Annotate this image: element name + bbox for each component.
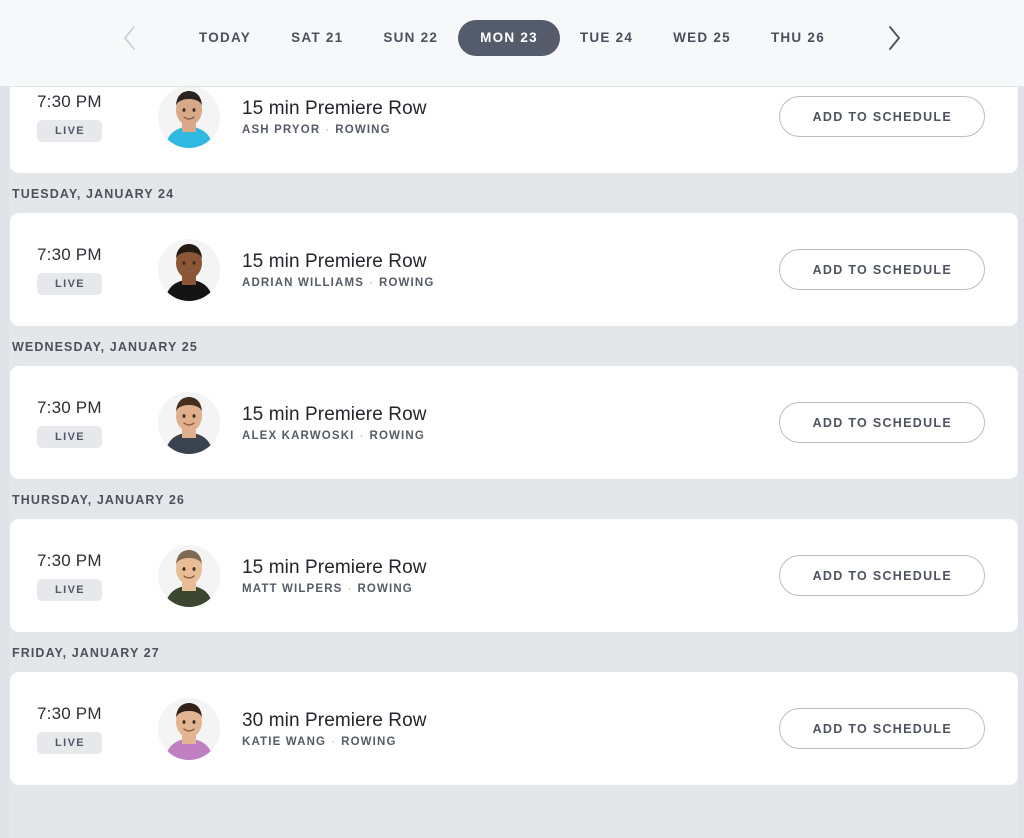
class-time-column: 7:30 PM LIVE	[10, 704, 158, 754]
class-info: 15 min Premiere Row ASH PRYOR · ROWING	[242, 97, 779, 137]
add-to-schedule-button[interactable]: ADD TO SCHEDULE	[778, 707, 985, 750]
date-tab-sun-22[interactable]: SUN 22	[363, 21, 458, 55]
date-tab-tue-24[interactable]: TUE 24	[560, 21, 653, 55]
day-group: THURSDAY, JANUARY 26 7:30 PM LIVE 15 min Pr…	[0, 479, 1024, 632]
instructor-name: ALEX KARWOSKI	[242, 430, 355, 443]
class-card[interactable]: 7:30 PM LIVE 15 min Premiere Row MATT WILPE…	[10, 519, 1018, 632]
class-title: 15 min Premiere Row	[242, 250, 427, 272]
class-meta: ASH PRYOR · ROWING	[242, 124, 779, 136]
instructor-avatar	[158, 544, 220, 607]
date-tabs-container: TODAY SAT 21 SUN 22 MON 23 TUE 24 WED 25 THU 2…	[0, 0, 1024, 86]
add-to-schedule-button[interactable]: ADD TO SCHEDULE	[778, 401, 985, 444]
class-time-column: 7:30 PM LIVE	[10, 245, 158, 295]
class-card[interactable]: 7:30 PM LIVE 30 min Premiere Row KATIE WANG…	[10, 672, 1018, 785]
date-tab-today[interactable]: TODAY	[179, 21, 271, 55]
meta-separator: ·	[359, 430, 365, 443]
day-group: 7:30 PM LIVE 15 min Premiere Row ASH PRYOR ·…	[0, 87, 1024, 173]
day-header: THURSDAY, JANUARY 26	[12, 493, 185, 507]
class-schedule-screen: TODAY SAT 21 SUN 22 MON 23 TUE 24 WED 25 THU 2…	[0, 0, 1024, 838]
class-card[interactable]: 7:30 PM LIVE 15 min Premiere Row ASH PRYOR ·…	[10, 87, 1018, 173]
instructor-name: ASH PRYOR	[242, 124, 321, 137]
class-action-column: ADD TO SCHEDULE	[778, 554, 1018, 597]
class-action-column: ADD TO SCHEDULE	[778, 707, 1018, 750]
instructor-name: ADRIAN WILLIAMS	[242, 277, 365, 290]
day-group: TUESDAY, JANUARY 24 7:30 PM LIVE 15 min Pre…	[0, 173, 1024, 326]
class-meta: MATT WILPERS · ROWING	[242, 583, 779, 595]
add-to-schedule-button[interactable]: ADD TO SCHEDULE	[778, 248, 985, 291]
class-discipline: ROWING	[379, 277, 435, 290]
class-time-column: 7:30 PM LIVE	[10, 92, 158, 142]
class-meta: ALEX KARWOSKI · ROWING	[242, 430, 779, 442]
schedule-list[interactable]: 7:30 PM LIVE 15 min Premiere Row ASH PRYOR ·…	[0, 87, 1024, 838]
status-badge: LIVE	[37, 425, 103, 448]
day-header: TUESDAY, JANUARY 24	[12, 187, 175, 201]
class-discipline: ROWING	[335, 124, 391, 137]
class-info: 15 min Premiere Row ADRIAN WILLIAMS · ROWIN…	[242, 250, 779, 290]
add-to-schedule-button[interactable]: ADD TO SCHEDULE	[778, 95, 985, 138]
class-info: 15 min Premiere Row ALEX KARWOSKI · ROWING	[242, 403, 779, 443]
class-card[interactable]: 7:30 PM LIVE 15 min Premiere Row ADRIAN WIL…	[10, 213, 1018, 326]
class-time: 7:30 PM	[37, 397, 102, 417]
class-discipline: ROWING	[357, 583, 413, 596]
class-title: 30 min Premiere Row	[242, 709, 427, 731]
next-week-chevron-right-icon[interactable]	[871, 15, 917, 61]
date-tab-mon-23[interactable]: MON 23	[458, 20, 560, 56]
class-time: 7:30 PM	[37, 550, 102, 570]
date-tab-wed-25[interactable]: WED 25	[653, 21, 751, 55]
day-header: FRIDAY, JANUARY 27	[12, 646, 160, 660]
class-action-column: ADD TO SCHEDULE	[778, 248, 1018, 291]
prev-week-chevron-left-icon[interactable]	[107, 15, 153, 61]
class-info: 30 min Premiere Row KATIE WANG · ROWING	[242, 709, 779, 749]
meta-separator: ·	[347, 583, 353, 596]
day-group: FRIDAY, JANUARY 27 7:30 PM LIVE 30 min Prem…	[0, 632, 1024, 785]
status-badge: LIVE	[37, 578, 103, 601]
date-tab-thu-26[interactable]: THU 26	[751, 21, 845, 55]
class-action-column: ADD TO SCHEDULE	[778, 95, 1018, 138]
add-to-schedule-button[interactable]: ADD TO SCHEDULE	[778, 554, 985, 597]
instructor-avatar	[158, 87, 220, 148]
class-time: 7:30 PM	[37, 703, 102, 723]
instructor-name: MATT WILPERS	[242, 583, 343, 596]
status-badge: LIVE	[37, 272, 103, 295]
meta-separator: ·	[331, 736, 337, 749]
meta-separator: ·	[325, 124, 331, 137]
date-navigation-bar: TODAY SAT 21 SUN 22 MON 23 TUE 24 WED 25 THU 2…	[0, 0, 1024, 87]
class-meta: KATIE WANG · ROWING	[242, 736, 779, 748]
class-action-column: ADD TO SCHEDULE	[778, 401, 1018, 444]
instructor-avatar	[158, 238, 220, 301]
instructor-avatar	[158, 391, 220, 454]
status-badge: LIVE	[37, 119, 103, 142]
class-time: 7:30 PM	[37, 244, 102, 264]
meta-separator: ·	[369, 277, 374, 290]
instructor-name: KATIE WANG	[242, 736, 327, 749]
class-card[interactable]: 7:30 PM LIVE 15 min Premiere Row ALEX KARWO…	[10, 366, 1018, 479]
class-time-column: 7:30 PM LIVE	[10, 551, 158, 601]
class-discipline: ROWING	[369, 430, 425, 443]
class-title: 15 min Premiere Row	[242, 403, 427, 425]
class-title: 15 min Premiere Row	[242, 556, 427, 578]
class-title: 15 min Premiere Row	[242, 97, 427, 119]
status-badge: LIVE	[37, 731, 103, 754]
day-group: WEDNESDAY, JANUARY 25 7:30 PM LIVE 15 min P…	[0, 326, 1024, 479]
class-info: 15 min Premiere Row MATT WILPERS · ROWING	[242, 556, 779, 596]
class-time-column: 7:30 PM LIVE	[10, 398, 158, 448]
schedule-list-body: 7:30 PM LIVE 15 min Premiere Row ASH PRYOR ·…	[0, 87, 1024, 785]
class-time: 7:30 PM	[37, 91, 102, 111]
day-header: WEDNESDAY, JANUARY 25	[12, 340, 198, 354]
class-discipline: ROWING	[341, 736, 397, 749]
instructor-avatar	[158, 697, 220, 760]
class-meta: ADRIAN WILLIAMS · ROWING	[242, 277, 779, 289]
date-tab-sat-21[interactable]: SAT 21	[271, 21, 363, 55]
